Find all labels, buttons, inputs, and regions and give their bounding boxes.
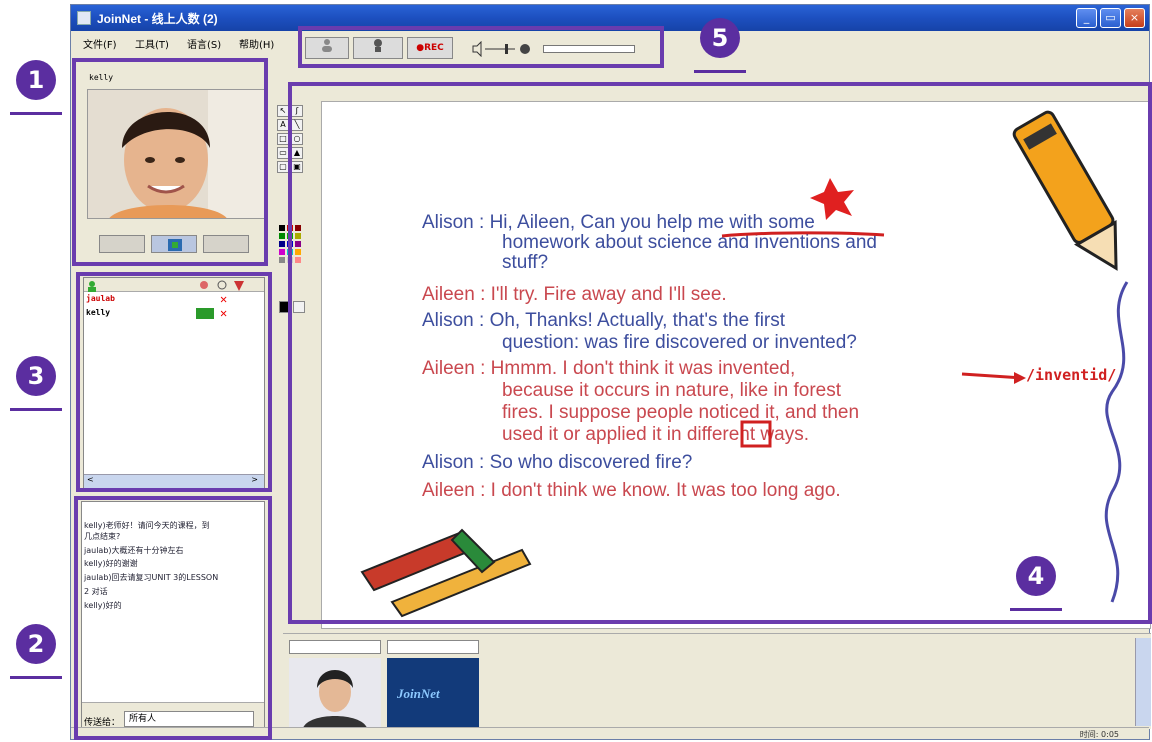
color-swatch[interactable] (279, 249, 285, 255)
thumbnail-select[interactable] (387, 640, 479, 654)
marker-1: 1 (10, 60, 62, 115)
close-button[interactable]: × (1124, 8, 1145, 28)
minimize-button[interactable]: _ (1076, 8, 1097, 28)
color-swatch[interactable] (279, 241, 285, 247)
marker-3: 3 (10, 356, 62, 411)
whiteboard-highlight-box (288, 82, 1152, 624)
color-swatch[interactable] (279, 225, 285, 231)
marker-underline (10, 112, 62, 115)
marker-5: 5 (694, 18, 746, 73)
userlist-highlight-box (76, 272, 272, 492)
marker-number: 3 (16, 356, 56, 396)
joinnet-logo-text: JoinNet (397, 686, 440, 701)
color-swatch[interactable] (279, 257, 285, 263)
app-icon (77, 11, 91, 25)
marker-number: 2 (16, 624, 56, 664)
thumbnail-scrollbar[interactable] (1135, 638, 1151, 726)
thumbnail-strip: JoinNet (283, 633, 1151, 729)
video-highlight-box (72, 58, 268, 266)
marker-4: 4 (1010, 556, 1062, 611)
thumbnail-item[interactable]: JoinNet (387, 640, 479, 728)
session-time: 时间: 0:05 (1079, 730, 1119, 739)
marker-underline (10, 408, 62, 411)
maximize-button[interactable]: ▭ (1100, 8, 1121, 28)
marker-number: 1 (16, 60, 56, 100)
thumbnail-select[interactable] (289, 640, 381, 654)
menu-language[interactable]: 语言(S) (187, 36, 221, 51)
menu-file[interactable]: 文件(F) (83, 36, 117, 51)
marker-number: 4 (1016, 556, 1056, 596)
thumbnail-image (289, 658, 381, 728)
marker-underline (1010, 608, 1062, 611)
marker-2: 2 (10, 624, 62, 679)
toolbar-highlight-box (298, 26, 664, 68)
chat-highlight-box (74, 496, 272, 740)
window-title: JoinNet - 线上人数 (2) (97, 12, 218, 26)
marker-underline (10, 676, 62, 679)
screenshot-stage: JoinNet - 线上人数 (2) _ ▭ × 文件(F) 工具(T) 语言(… (0, 0, 1152, 742)
color-swatch[interactable] (279, 233, 285, 239)
menu-help[interactable]: 帮助(H) (239, 36, 274, 51)
thumbnail-item[interactable] (289, 640, 381, 728)
thumbnail-image: JoinNet (387, 658, 479, 728)
marker-number: 5 (700, 18, 740, 58)
marker-underline (694, 70, 746, 73)
operator-image (289, 658, 381, 728)
menu-tools[interactable]: 工具(T) (135, 36, 169, 51)
